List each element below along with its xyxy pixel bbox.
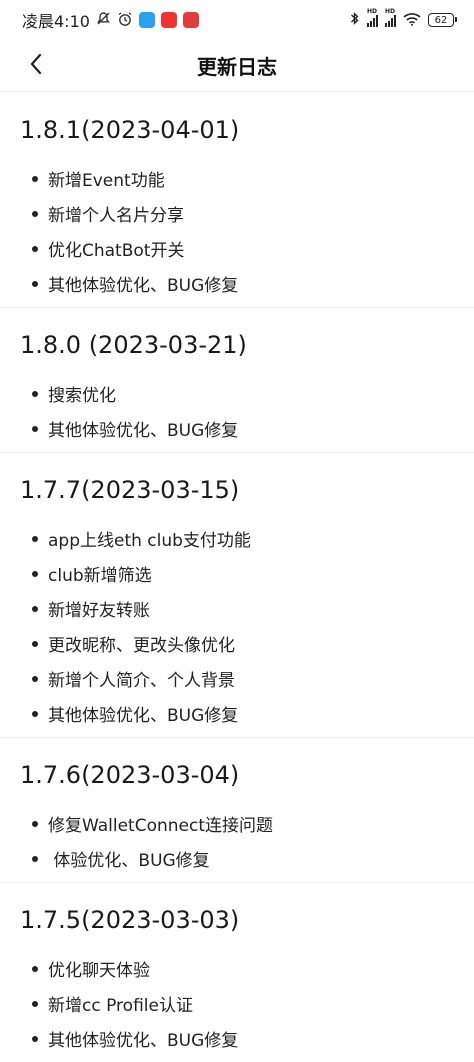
list-item: 其他体验优化、BUG修复 (20, 266, 474, 301)
bullet-icon (32, 820, 38, 827)
list-item-text: 新增好友转账 (48, 601, 150, 621)
version-title: 1.8.0 (2023-03-21) (20, 331, 247, 359)
status-right: HD HD 62 (350, 8, 457, 29)
bullet-icon (32, 640, 38, 647)
list-item-text: 新增个人简介、个人背景 (48, 671, 235, 691)
list-item-text: 新增Event功能 (48, 171, 165, 191)
list-item-text: club新增筛选 (48, 566, 152, 586)
list-item-text: 修复WalletConnect连接问题 (48, 816, 274, 836)
list-item-text: 体验优化、BUG修复 (48, 851, 210, 871)
hd-label-2: HD (385, 7, 396, 15)
page-title: 更新日志 (197, 55, 277, 79)
app-icon-red-2 (182, 12, 199, 28)
list-item: 优化聊天体验 (20, 951, 474, 986)
list-item: 修复WalletConnect连接问题 (20, 806, 474, 841)
changelog-section: 1.7.5(2023-03-03) 优化聊天体验 新增cc Profile认证 … (0, 883, 474, 1062)
list-item-text: 更改昵称、更改头像优化 (48, 636, 235, 656)
nav-bar: 更新日志 (0, 40, 474, 92)
bullet-icon (32, 570, 38, 577)
list-item-text: 新增个人名片分享 (48, 206, 184, 226)
bullet-icon (32, 535, 38, 542)
list-item-text: 其他体验优化、BUG修复 (48, 421, 239, 441)
list-item-text: 优化聊天体验 (48, 961, 150, 981)
list-item-text: 搜索优化 (48, 386, 116, 406)
signal-icon: HD (367, 8, 378, 27)
list-item-text: 新增cc Profile认证 (48, 996, 193, 1016)
back-button[interactable] (18, 48, 54, 84)
app-icon-red (160, 12, 177, 28)
bullet-icon (32, 245, 38, 252)
status-time: 凌晨4:10 (22, 12, 90, 31)
app-icon-blue (138, 12, 155, 28)
bullet-icon (32, 605, 38, 612)
changelog-list: 1.8.1(2023-04-01) 新增Event功能 新增个人名片分享 优化C… (0, 93, 474, 1062)
alarm-icon (117, 11, 133, 30)
chevron-left-icon (29, 53, 43, 79)
status-bar: 凌晨4:10 HD HD 62 (0, 0, 474, 40)
list-item-text: 其他体验优化、BUG修复 (48, 1031, 239, 1051)
list-item: 其他体验优化、BUG修复 (20, 1021, 474, 1056)
list-item: club新增筛选 (20, 556, 474, 591)
bullet-icon (32, 425, 38, 432)
version-title: 1.7.6(2023-03-04) (20, 761, 240, 789)
version-title: 1.7.7(2023-03-15) (20, 476, 240, 504)
list-item: 新增个人简介、个人背景 (20, 661, 474, 696)
list-item: 新增Event功能 (20, 161, 474, 196)
list-item: 其他体验优化、BUG修复 (20, 411, 474, 446)
bullet-icon (32, 675, 38, 682)
hd-label: HD (367, 7, 378, 15)
list-item-text: 其他体验优化、BUG修复 (48, 276, 239, 296)
signal-icon-2: HD (385, 8, 396, 27)
list-item: 搜索优化 (20, 376, 474, 411)
wifi-icon (403, 12, 421, 29)
list-item: 更改昵称、更改头像优化 (20, 626, 474, 661)
changelog-section: 1.8.1(2023-04-01) 新增Event功能 新增个人名片分享 优化C… (0, 93, 474, 308)
bluetooth-icon (350, 11, 360, 29)
list-item-text: 优化ChatBot开关 (48, 241, 185, 261)
list-item: 新增cc Profile认证 (20, 986, 474, 1021)
list-item: 优化ChatBot开关 (20, 231, 474, 266)
bullet-icon (32, 965, 38, 972)
bullet-icon (32, 280, 38, 287)
list-item-text: 其他体验优化、BUG修复 (48, 706, 239, 726)
mute-icon (96, 11, 111, 29)
version-title: 1.8.1(2023-04-01) (20, 116, 240, 144)
changelog-section: 1.7.6(2023-03-04) 修复WalletConnect连接问题 体验… (0, 738, 474, 883)
list-item: 新增个人名片分享 (20, 196, 474, 231)
list-item: 其他体验优化、BUG修复 (20, 696, 474, 731)
battery-indicator: 62 (428, 13, 457, 27)
changelog-section: 1.8.0 (2023-03-21) 搜索优化 其他体验优化、BUG修复 (0, 308, 474, 453)
list-item: 新增好友转账 (20, 591, 474, 626)
status-left: 凌晨4:10 (22, 8, 199, 32)
version-title: 1.7.5(2023-03-03) (20, 906, 240, 934)
bullet-icon (32, 210, 38, 217)
list-item: app上线eth club支付功能 (20, 521, 474, 556)
bullet-icon (32, 175, 38, 182)
bullet-icon (32, 1000, 38, 1007)
bullet-icon (32, 710, 38, 717)
bullet-icon (32, 1035, 38, 1042)
list-item-text: app上线eth club支付功能 (48, 531, 251, 551)
list-item: 体验优化、BUG修复 (20, 841, 474, 876)
bullet-icon (32, 855, 38, 862)
bullet-icon (32, 390, 38, 397)
changelog-section: 1.7.7(2023-03-15) app上线eth club支付功能 club… (0, 453, 474, 738)
